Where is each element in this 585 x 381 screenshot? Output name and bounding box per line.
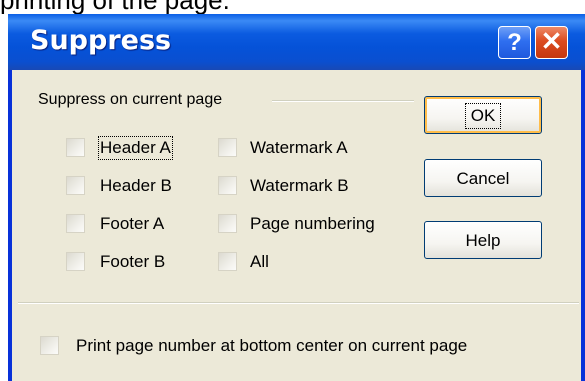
help-icon[interactable]: ? [498,26,531,59]
cancel-button[interactable]: Cancel [424,159,542,197]
checkbox-print-page-number[interactable] [40,336,59,355]
label-watermark-a[interactable]: Watermark A [250,138,348,158]
help-button-label: Help [465,230,501,250]
label-footer-a[interactable]: Footer A [100,214,164,234]
checkbox-footer-a[interactable] [66,214,85,233]
help-button[interactable]: Help [424,221,542,259]
cancel-button-label: Cancel [456,168,510,188]
checkbox-footer-b[interactable] [66,252,85,271]
label-footer-b[interactable]: Footer B [100,252,165,272]
title-bar[interactable]: Suppress ? ✕ [8,14,585,70]
label-watermark-b[interactable]: Watermark B [250,176,349,196]
background-caption: printing of the page. [0,0,585,14]
suppress-dialog: Suppress ? ✕ Suppress on current page He… [8,14,585,381]
label-print-page-number[interactable]: Print page number at bottom center on cu… [76,336,467,356]
label-header-b[interactable]: Header B [100,176,172,196]
checkbox-header-b[interactable] [66,176,85,195]
checkbox-header-a[interactable] [66,138,85,157]
checkbox-watermark-a[interactable] [218,138,237,157]
group-label: Suppress on current page [38,91,223,108]
background-caption-text: printing of the page. [0,0,230,14]
group-divider [272,100,414,102]
checkbox-watermark-b[interactable] [218,176,237,195]
label-header-a[interactable]: Header A [98,136,173,160]
ok-button-label: OK [464,102,502,129]
dialog-title: Suppress [30,25,172,56]
dialog-divider [18,302,579,304]
checkbox-page-numbering[interactable] [218,214,237,233]
label-page-numbering[interactable]: Page numbering [250,214,375,234]
label-all[interactable]: All [250,252,269,272]
ok-button[interactable]: OK [424,96,542,134]
checkbox-all[interactable] [218,252,237,271]
close-icon[interactable]: ✕ [535,26,568,59]
